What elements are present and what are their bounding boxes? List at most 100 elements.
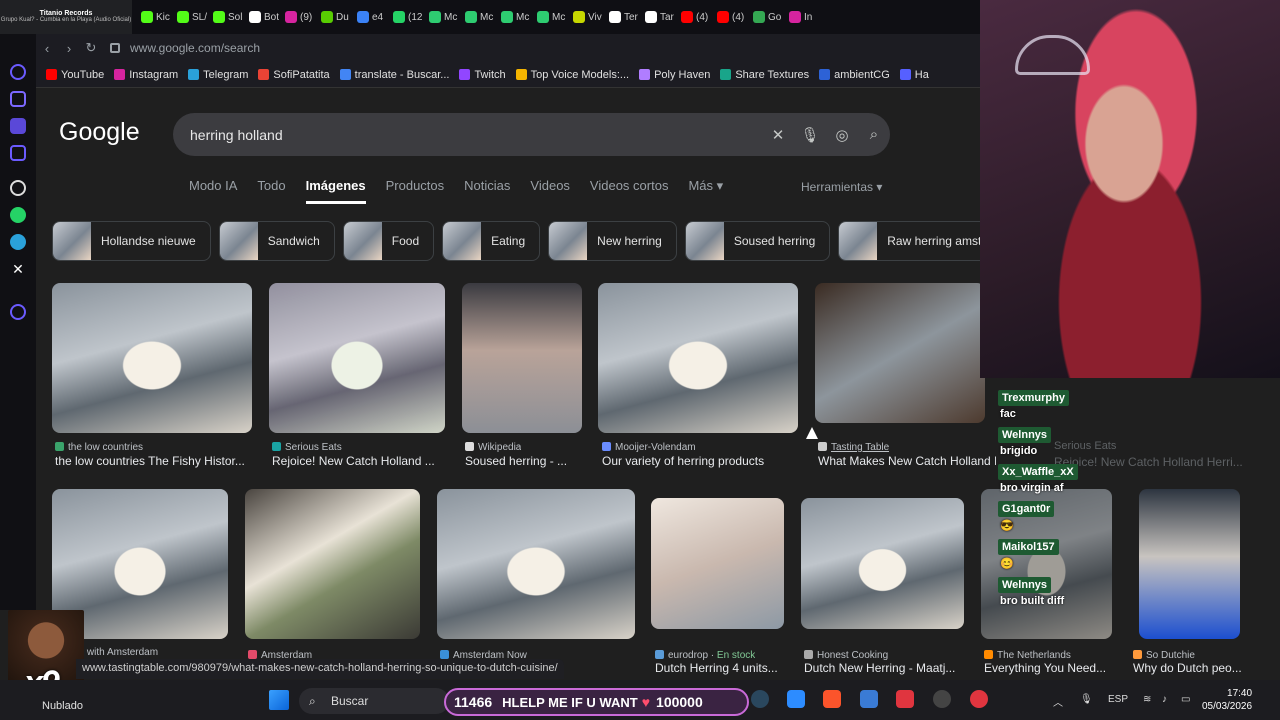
search-tab[interactable]: Modo IA bbox=[189, 178, 237, 204]
result-image[interactable] bbox=[651, 498, 784, 629]
microphone-icon[interactable]: 🎙 bbox=[794, 126, 826, 144]
media-widget[interactable]: Titanio Records Grupo Kual? - Cumbia en … bbox=[0, 0, 132, 34]
search-tab[interactable]: Productos bbox=[386, 178, 445, 204]
result-source[interactable]: Mooijer-Volendam bbox=[615, 442, 696, 453]
browser-tab[interactable]: Go bbox=[748, 4, 784, 30]
result-source[interactable]: eurodrop bbox=[668, 650, 708, 661]
taskbar-search[interactable]: ⌕ Buscar bbox=[299, 688, 449, 714]
bookmark-item[interactable]: Top Voice Models:... bbox=[515, 69, 629, 81]
result-title[interactable]: Everything You Need... bbox=[984, 661, 1119, 675]
browser-tab[interactable]: SL/ bbox=[172, 4, 208, 30]
search-tab[interactable]: Videos bbox=[530, 178, 570, 204]
browser-tab[interactable]: Sol bbox=[208, 4, 244, 30]
result-source[interactable]: Serious Eats bbox=[285, 442, 342, 453]
system-clock[interactable]: 17:40 05/03/2026 bbox=[1202, 687, 1252, 713]
reload-icon[interactable]: ↻ bbox=[80, 40, 102, 56]
result-image[interactable] bbox=[1139, 489, 1240, 639]
steam-icon[interactable] bbox=[751, 690, 769, 708]
result-source[interactable]: Honest Cooking bbox=[817, 650, 888, 661]
chatgpt-icon[interactable] bbox=[10, 180, 26, 196]
browser-tab[interactable]: In bbox=[784, 4, 820, 30]
search-tab[interactable]: Imágenes bbox=[305, 178, 366, 204]
obs-icon[interactable] bbox=[933, 690, 951, 708]
bookmark-item[interactable]: Share Textures bbox=[720, 69, 809, 81]
record-icon[interactable] bbox=[970, 690, 988, 708]
history-icon[interactable] bbox=[10, 304, 26, 320]
browser-tab[interactable]: Viv bbox=[568, 4, 604, 30]
back-icon[interactable]: ‹ bbox=[36, 41, 58, 56]
language-indicator[interactable]: ESP bbox=[1108, 694, 1128, 705]
related-chip[interactable]: Eating bbox=[442, 221, 541, 261]
browser-tab[interactable]: Mc bbox=[460, 4, 496, 30]
search-icon[interactable]: ⌕ bbox=[858, 126, 890, 143]
google-logo[interactable]: Google bbox=[59, 118, 140, 147]
bookmark-item[interactable]: Poly Haven bbox=[639, 69, 710, 81]
related-chip[interactable]: Soused herring bbox=[684, 221, 831, 261]
calculator-icon[interactable] bbox=[860, 690, 878, 708]
browser-tab[interactable]: e4 bbox=[352, 4, 388, 30]
result-title[interactable]: Soused herring - ... bbox=[465, 454, 585, 468]
browser-tab[interactable]: Mc bbox=[424, 4, 460, 30]
bookmark-item[interactable]: Telegram bbox=[188, 69, 248, 81]
tray-chevron-icon[interactable]: ︿ bbox=[1053, 694, 1063, 709]
result-image[interactable] bbox=[598, 283, 798, 433]
bookmark-item[interactable]: Ha bbox=[899, 69, 929, 81]
telegram-icon[interactable] bbox=[10, 234, 26, 250]
browser-tab[interactable]: (4) bbox=[676, 4, 712, 30]
bookmark-item[interactable]: ambientCG bbox=[819, 69, 890, 81]
browser-tab[interactable]: Bot bbox=[244, 4, 280, 30]
related-chip[interactable]: New herring bbox=[548, 221, 677, 261]
search-box[interactable]: herring holland ✕ 🎙 ◎ ⌕ bbox=[173, 113, 890, 156]
related-chip[interactable]: Raw herring amste bbox=[838, 221, 980, 261]
result-image[interactable] bbox=[437, 489, 635, 639]
result-source[interactable]: Wikipedia bbox=[478, 442, 521, 453]
clear-icon[interactable]: ✕ bbox=[762, 126, 794, 144]
bookmark-item[interactable]: Instagram bbox=[114, 69, 178, 81]
bookmark-item[interactable]: YouTube bbox=[46, 69, 104, 81]
brave-icon[interactable] bbox=[823, 690, 841, 708]
bookmark-item[interactable]: translate - Buscar... bbox=[339, 69, 449, 81]
lens-icon[interactable]: ◎ bbox=[826, 126, 858, 144]
result-image[interactable] bbox=[245, 489, 420, 639]
battery-icon[interactable]: ▭ bbox=[1181, 694, 1190, 705]
bookmark-item[interactable]: SofiPatatita bbox=[258, 69, 330, 81]
tools-button[interactable]: Herramientas ▾ bbox=[801, 180, 882, 194]
result-title[interactable]: Our variety of herring products bbox=[602, 454, 798, 468]
site-info-icon[interactable] bbox=[110, 43, 120, 53]
result-image[interactable] bbox=[269, 283, 445, 433]
whatsapp-icon[interactable] bbox=[10, 207, 26, 223]
related-chip[interactable]: Hollandse nieuwe bbox=[52, 221, 211, 261]
windows-start-icon[interactable] bbox=[269, 690, 289, 710]
browser-tab[interactable]: (4) bbox=[712, 4, 748, 30]
result-title[interactable]: Why do Dutch peo... bbox=[1133, 661, 1273, 675]
browser-tab[interactable]: Mc bbox=[496, 4, 532, 30]
bookmark-item[interactable]: Twitch bbox=[459, 69, 506, 81]
browser-tab[interactable]: Tar bbox=[640, 4, 676, 30]
result-image[interactable] bbox=[815, 283, 985, 423]
browser-tab[interactable]: Mc bbox=[532, 4, 568, 30]
related-chip[interactable]: Sandwich bbox=[218, 221, 335, 261]
result-title[interactable]: Rejoice! New Catch Holland ... bbox=[272, 454, 445, 468]
files-icon[interactable] bbox=[787, 690, 805, 708]
search-tab[interactable]: Noticias bbox=[464, 178, 510, 204]
stripes-app-icon[interactable] bbox=[10, 118, 26, 134]
url-field[interactable]: www.google.com/search bbox=[130, 41, 260, 55]
browser-tab[interactable]: (12 bbox=[388, 4, 424, 30]
result-title[interactable]: What Makes New Catch Holland H... bbox=[818, 454, 996, 468]
forward-icon[interactable]: › bbox=[58, 41, 80, 56]
result-image[interactable] bbox=[462, 283, 582, 433]
x-icon[interactable]: ✕ bbox=[10, 261, 26, 277]
result-image[interactable] bbox=[52, 283, 252, 433]
browser-tab[interactable]: (9) bbox=[280, 4, 316, 30]
volume-icon[interactable]: ♪ bbox=[1162, 694, 1167, 705]
search-input[interactable]: herring holland bbox=[190, 127, 762, 143]
result-source[interactable]: the low countries bbox=[68, 442, 143, 453]
search-tab[interactable]: Videos cortos bbox=[590, 178, 669, 204]
search-tab[interactable]: Más ▾ bbox=[688, 178, 723, 204]
result-title[interactable]: Dutch Herring 4 units... bbox=[655, 661, 785, 675]
result-source[interactable]: The Netherlands bbox=[997, 650, 1071, 661]
browser-tab[interactable]: Ter bbox=[604, 4, 640, 30]
weather-label[interactable]: Nublado bbox=[42, 700, 83, 712]
related-chip[interactable]: Food bbox=[342, 221, 435, 261]
result-source[interactable]: So Dutchie bbox=[1146, 650, 1195, 661]
